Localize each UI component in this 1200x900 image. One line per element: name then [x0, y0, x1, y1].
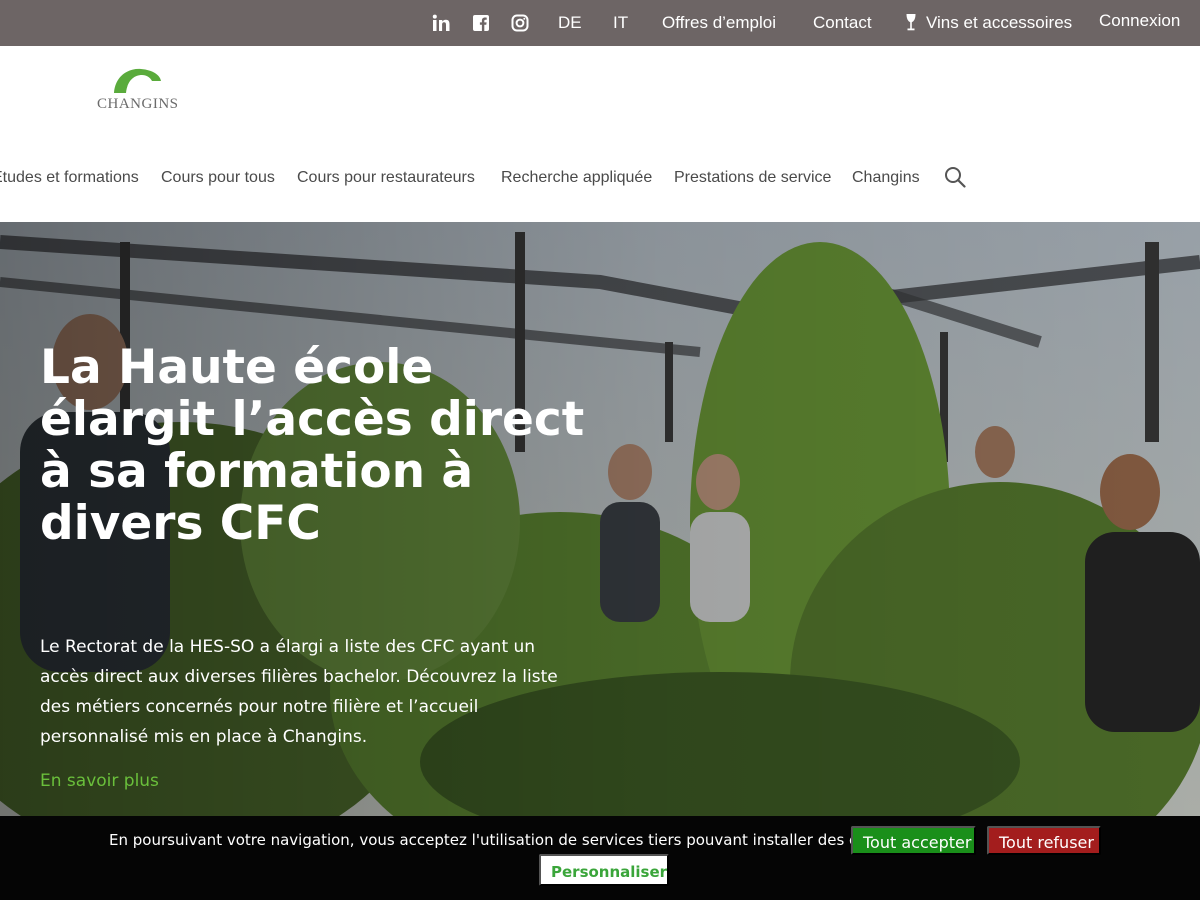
facebook-icon[interactable]	[472, 14, 490, 32]
hero-banner: La Haute école élargit l’accès direct à …	[0, 222, 1200, 816]
contact-link[interactable]: Contact	[813, 0, 872, 46]
logo-text: CHANGINS	[97, 96, 179, 112]
nav-item-recherche[interactable]: Recherche appliquée	[501, 166, 652, 190]
main-navigation: Études et formations Cours pour tous Cou…	[0, 166, 1200, 190]
top-utility-bar: DE IT Offres d’emploi Contact Vins et ac…	[0, 0, 1200, 46]
learn-more-link[interactable]: En savoir plus	[40, 771, 159, 791]
search-icon[interactable]	[944, 166, 966, 188]
accept-all-button[interactable]: Tout accepter	[851, 826, 976, 855]
nav-item-prestations[interactable]: Prestations de service	[674, 166, 831, 190]
hero-description: Le Rectorat de la HES-SO a élargi a list…	[40, 637, 558, 747]
logo-mark-icon	[114, 68, 161, 93]
nav-item-cours-pour-tous[interactable]: Cours pour tous	[161, 166, 275, 190]
wines-accessories-link[interactable]: Vins et accessoires	[926, 0, 1072, 46]
refuse-all-button[interactable]: Tout refuser	[987, 826, 1101, 855]
instagram-icon[interactable]	[511, 14, 529, 32]
changins-logo[interactable]: CHANGINS	[97, 67, 187, 117]
login-link[interactable]: Connexion	[1099, 0, 1180, 46]
cookie-consent-bar: En poursuivant votre navigation, vous ac…	[0, 816, 1200, 900]
hero-title: La Haute école élargit l’accès direct à …	[40, 340, 585, 551]
customize-button[interactable]: Personnaliser	[539, 854, 669, 886]
language-de-link[interactable]: DE	[558, 0, 582, 46]
nav-item-etudes[interactable]: Études et formations	[0, 166, 139, 190]
wine-glass-icon	[905, 13, 917, 33]
language-it-link[interactable]: IT	[613, 0, 628, 46]
jobs-link[interactable]: Offres d’emploi	[662, 0, 776, 46]
linkedin-icon[interactable]	[432, 14, 450, 32]
nav-item-cours-restaurateurs[interactable]: Cours pour restaurateurs	[297, 166, 475, 190]
nav-item-changins[interactable]: Changins	[852, 166, 920, 190]
site-header: CHANGINS Études et formations Cours pour…	[0, 46, 1200, 222]
cookie-message: En poursuivant votre navigation, vous ac…	[109, 831, 906, 849]
